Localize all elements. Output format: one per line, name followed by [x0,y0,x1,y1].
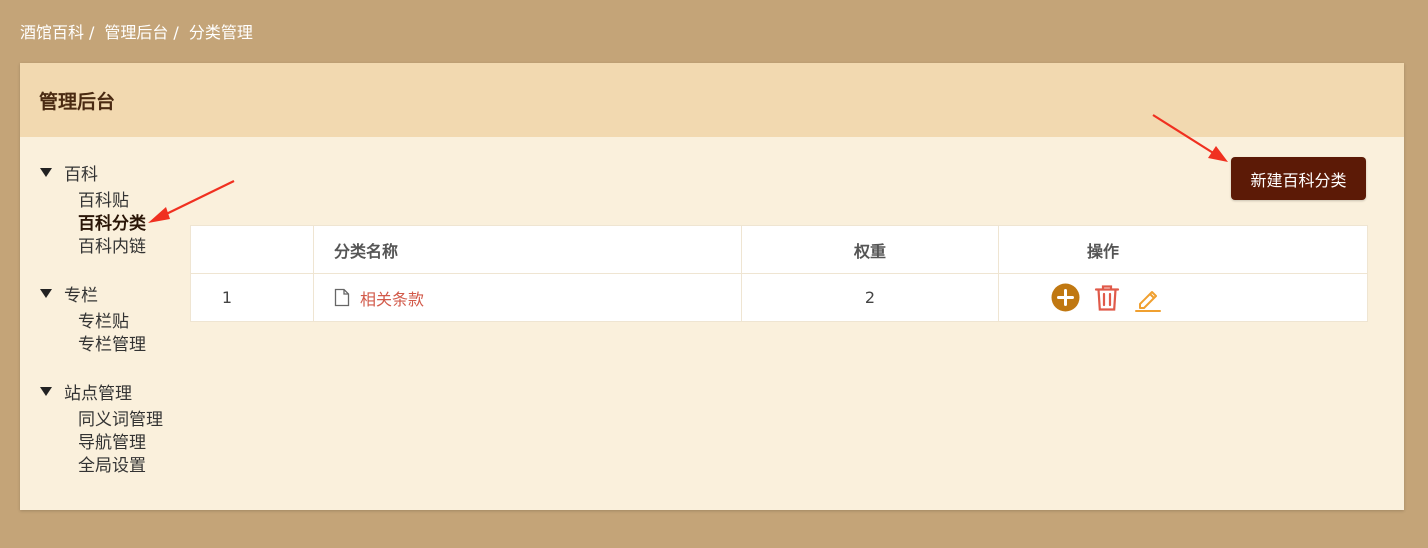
edit-button[interactable] [1133,283,1162,312]
sidebar-item-wiki-links[interactable]: 百科内链 [78,236,190,259]
sidebar-group-site: 站点管理 同义词管理 导航管理 全局设置 [40,380,190,478]
header-actions: 操作 [1087,241,1120,261]
trash-icon [1094,284,1119,311]
row-index: 1 [191,274,314,321]
pencil-icon [1134,290,1161,312]
caret-down-icon [40,288,52,298]
breadcrumb-separator: / [89,23,95,42]
breadcrumb-separator: / [173,23,179,42]
sidebar-item-navigation[interactable]: 导航管理 [78,432,190,455]
sidebar-group-site-toggle[interactable]: 站点管理 [40,380,190,404]
table-row: 1 相关条款 2 [191,274,1367,321]
sidebar-item-wiki-categories[interactable]: 百科分类 [78,213,190,236]
sidebar-item-column-manage[interactable]: 专栏管理 [78,334,190,357]
sidebar-group-label: 专栏 [64,285,98,306]
header-name: 分类名称 [314,226,742,273]
breadcrumb-current: 分类管理 [188,23,253,42]
caret-down-icon [40,167,52,177]
breadcrumb-home[interactable]: 酒馆百科 [20,22,84,44]
sidebar-item-wiki-posts[interactable]: 百科贴 [78,190,190,213]
caret-down-icon [40,386,52,396]
category-name: 相关条款 [360,289,425,309]
row-weight: 2 [742,274,999,321]
plus-circle-icon [1051,283,1080,312]
sidebar-group-wiki-toggle[interactable]: 百科 [40,161,190,185]
sidebar-group-column-toggle[interactable]: 专栏 [40,282,190,306]
category-table: 分类名称 权重 操作 1 相关条款 2 [190,225,1368,322]
admin-panel: 管理后台 百科 百科贴 百科分类 百科内链 专栏 专栏贴 专栏管理 站点管理 同… [20,63,1404,510]
sidebar-group-wiki: 百科 百科贴 百科分类 百科内链 [40,161,190,259]
header-weight: 权重 [742,226,999,273]
header-index [191,226,314,273]
category-link[interactable]: 相关条款 [334,286,424,310]
sidebar-item-synonyms[interactable]: 同义词管理 [78,409,190,432]
new-category-button[interactable]: 新建百科分类 [1231,157,1366,200]
sidebar-item-column-posts[interactable]: 专栏贴 [78,311,190,334]
row-actions [999,274,1367,321]
sidebar-group-label: 百科 [64,164,98,185]
breadcrumb-admin[interactable]: 管理后台 [104,22,168,44]
file-icon [334,288,350,307]
add-subcategory-button[interactable] [1051,283,1080,312]
panel-title: 管理后台 [20,63,1404,137]
table-header: 分类名称 权重 操作 [191,226,1367,274]
sidebar-item-global-settings[interactable]: 全局设置 [78,455,190,478]
sidebar-group-column: 专栏 专栏贴 专栏管理 [40,282,190,357]
breadcrumb: 酒馆百科 / 管理后台 / 分类管理 [20,22,253,44]
sidebar: 百科 百科贴 百科分类 百科内链 专栏 专栏贴 专栏管理 站点管理 同义词管理 … [40,161,190,501]
delete-button[interactable] [1092,283,1121,312]
sidebar-group-label: 站点管理 [64,383,132,404]
